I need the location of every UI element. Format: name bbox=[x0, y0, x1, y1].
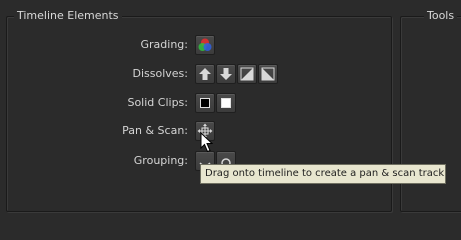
white-solid-icon bbox=[221, 98, 231, 108]
white-solid-button[interactable] bbox=[216, 93, 236, 113]
timeline-elements-window: Timeline Elements Tools Grading: Dissolv… bbox=[0, 0, 461, 212]
solid-clips-label: Solid Clips: bbox=[127, 96, 188, 109]
dissolve-in-button[interactable] bbox=[237, 64, 257, 84]
grading-button[interactable] bbox=[195, 35, 215, 55]
grading-label: Grading: bbox=[140, 38, 189, 51]
grouping-label: Grouping: bbox=[133, 154, 188, 167]
mouse-cursor-icon bbox=[200, 132, 214, 153]
dissolve-out-button[interactable] bbox=[258, 64, 278, 84]
dissolve-up-button[interactable] bbox=[195, 64, 215, 84]
solid-clips-buttons bbox=[195, 93, 236, 113]
dissolve-down-button[interactable] bbox=[216, 64, 236, 84]
pan-scan-label: Pan & Scan: bbox=[122, 124, 188, 137]
dissolves-buttons bbox=[195, 64, 278, 84]
dissolve-out-icon bbox=[261, 67, 275, 81]
dissolve-in-icon bbox=[240, 67, 254, 81]
black-solid-button[interactable] bbox=[195, 93, 215, 113]
black-solid-icon bbox=[200, 98, 210, 108]
dissolves-label: Dissolves: bbox=[132, 67, 189, 80]
grading-buttons bbox=[195, 35, 215, 55]
arrow-up-icon bbox=[199, 68, 211, 80]
timeline-elements-title: Timeline Elements bbox=[14, 9, 122, 23]
tools-title: Tools bbox=[424, 9, 458, 23]
pan-scan-tooltip: Drag onto timeline to create a pan & sca… bbox=[200, 164, 446, 184]
color-wheels-icon bbox=[198, 38, 212, 51]
arrow-down-icon bbox=[220, 68, 232, 80]
